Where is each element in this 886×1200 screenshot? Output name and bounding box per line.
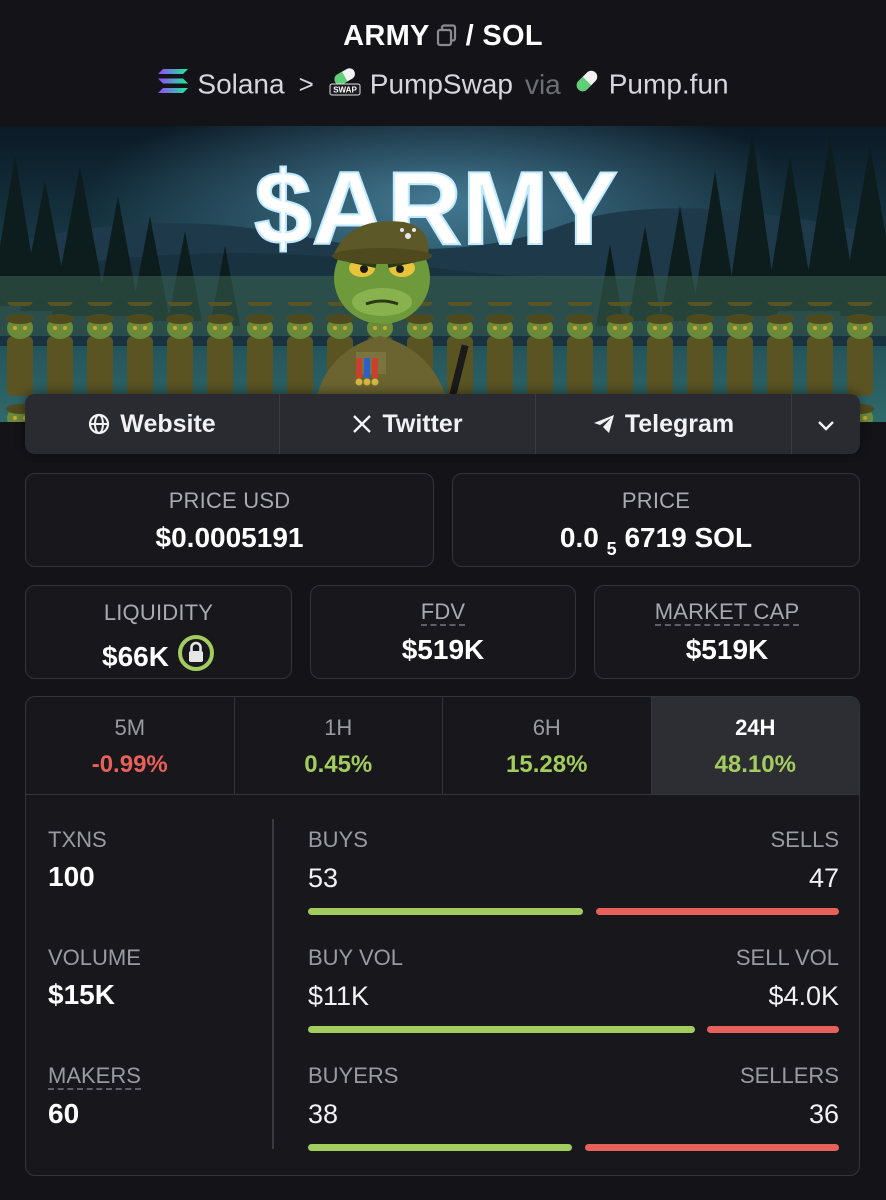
pumpswap-icon-text: SWAP — [333, 86, 357, 95]
buy-bar-fill — [308, 1144, 573, 1151]
divider — [272, 819, 274, 1149]
price-usd-label: PRICE USD — [168, 488, 291, 513]
buys-sells-bar — [308, 908, 839, 915]
txns-stat: TXNS 100 — [48, 827, 107, 893]
tab-change: 15.28% — [506, 751, 588, 778]
liquidity-card: LIQUIDITY $66K — [25, 585, 292, 679]
volume-value: $15K — [48, 979, 115, 1010]
copy-icon[interactable] — [436, 23, 458, 56]
sells-value: 47 — [808, 863, 839, 893]
tab-1h[interactable]: 1H 0.45% — [235, 697, 443, 794]
tab-label: 1H — [324, 715, 353, 740]
buyers-sellers-row: BUYERS SELLERS 38 36 — [308, 1063, 839, 1151]
chevron-down-icon — [817, 410, 835, 439]
tab-6h[interactable]: 6H 15.28% — [443, 697, 652, 794]
launchpad-link[interactable]: Pump.fun — [609, 69, 729, 100]
price-usd-card: PRICE USD $0.0005191 — [25, 473, 434, 567]
fdv-card: FDV $519K — [310, 585, 576, 679]
banner-title: $ARMY — [254, 151, 618, 267]
sellers-value: 36 — [808, 1099, 839, 1129]
price-native-value: 0.0 5 6719 SOL — [453, 522, 859, 560]
buyers-sellers-bar — [308, 1144, 839, 1151]
price-native-zeros: 5 — [606, 539, 617, 559]
via-text: via — [524, 68, 561, 100]
buy-bar-fill — [308, 908, 584, 915]
market-cap-label[interactable]: MARKET CAP — [654, 600, 800, 626]
tab-change: 48.10% — [714, 751, 796, 778]
fdv-label[interactable]: FDV — [420, 600, 466, 626]
price-native-suffix: 6719 SOL — [624, 522, 753, 553]
pumpswap-icon: SWAP — [328, 66, 362, 103]
buys-sells-row: BUYS SELLS 53 47 — [308, 827, 839, 915]
buy-bar-fill — [308, 1026, 695, 1033]
liquidity-label: LIQUIDITY — [103, 600, 214, 625]
telegram-icon — [593, 413, 615, 435]
market-cap-value: $519K — [685, 634, 769, 665]
stats-body: TXNS 100 VOLUME $15K MAKERS 60 BUYS SELLS… — [26, 795, 859, 1175]
buyers-label: BUYERS — [308, 1063, 399, 1088]
timeframe-tabs: 5M -0.99% 1H 0.45% 6H 15.28% 24H 48.10% — [26, 697, 859, 795]
makers-value: 60 — [48, 1098, 80, 1129]
tab-label: 5M — [114, 715, 146, 740]
txns-value: 100 — [48, 861, 95, 892]
token-banner: $ARMY — [0, 126, 886, 422]
social-links-bar: Website Twitter Telegram — [25, 394, 860, 454]
telegram-label: Telegram — [624, 409, 735, 438]
chain-link[interactable]: Solana — [197, 69, 284, 100]
tab-change: -0.99% — [91, 751, 168, 778]
tab-change: 0.45% — [304, 751, 373, 778]
sell-bar-fill — [585, 1144, 839, 1151]
price-native-card: PRICE 0.0 5 6719 SOL — [452, 473, 860, 567]
txns-label: TXNS — [48, 827, 107, 852]
volume-label: VOLUME — [48, 945, 141, 970]
breadcrumb: Solana > SWAP PumpSwap via Pump.fun — [0, 66, 886, 103]
price-native-label: PRICE — [621, 488, 691, 513]
tab-label: 6H — [532, 715, 561, 740]
website-button[interactable]: Website — [25, 394, 280, 454]
makers-label[interactable]: MAKERS — [48, 1064, 141, 1090]
buy-vol-value: $11K — [308, 981, 370, 1011]
x-logo-icon — [352, 414, 372, 434]
sells-label: SELLS — [770, 827, 840, 852]
chevron-right-icon: > — [298, 69, 314, 99]
dex-link[interactable]: PumpSwap — [370, 69, 513, 100]
volume-split-row: BUY VOL SELL VOL $11K $4.0K — [308, 945, 839, 1033]
sell-vol-label: SELL VOL — [735, 945, 839, 970]
more-links-button[interactable] — [792, 394, 860, 454]
tab-24h[interactable]: 24H 48.10% — [651, 697, 859, 794]
sell-vol-value: $4.0K — [768, 981, 839, 1011]
buy-vol-label: BUY VOL — [308, 945, 403, 970]
lock-icon[interactable] — [177, 634, 215, 679]
sell-bar-fill — [707, 1026, 839, 1033]
pair-separator: / — [465, 20, 475, 52]
price-usd-value: $0.0005191 — [155, 522, 304, 553]
liquidity-value: $66K — [102, 641, 169, 672]
makers-stat: MAKERS 60 — [48, 1063, 141, 1130]
buys-label: BUYS — [308, 827, 368, 852]
globe-icon — [88, 413, 110, 435]
token-symbol: ARMY — [343, 20, 430, 52]
buyers-value: 38 — [308, 1099, 339, 1129]
pair-header: ARMY / SOL Solana > SWAP PumpSwap via Pump.fun — [0, 0, 886, 126]
market-cap-card: MARKET CAP $519K — [594, 585, 860, 679]
sellers-label: SELLERS — [739, 1063, 839, 1088]
fdv-value: $519K — [401, 634, 485, 665]
solana-icon — [157, 68, 189, 101]
volume-stat: VOLUME $15K — [48, 945, 141, 1011]
website-label: Website — [120, 409, 216, 438]
volume-split-bar — [308, 1026, 839, 1033]
tab-5m[interactable]: 5M -0.99% — [26, 697, 235, 794]
quote-symbol: SOL — [482, 20, 543, 52]
telegram-button[interactable]: Telegram — [536, 394, 792, 454]
pumpfun-icon — [573, 67, 601, 102]
trading-stats-panel: 5M -0.99% 1H 0.45% 6H 15.28% 24H 48.10% … — [25, 696, 860, 1176]
twitter-button[interactable]: Twitter — [280, 394, 536, 454]
sell-bar-fill — [595, 908, 839, 915]
price-native-prefix: 0.0 — [559, 522, 599, 553]
pair-title: ARMY / SOL — [0, 20, 886, 56]
buys-value: 53 — [308, 863, 339, 893]
tab-label: 24H — [735, 715, 776, 740]
twitter-label: Twitter — [382, 409, 463, 438]
